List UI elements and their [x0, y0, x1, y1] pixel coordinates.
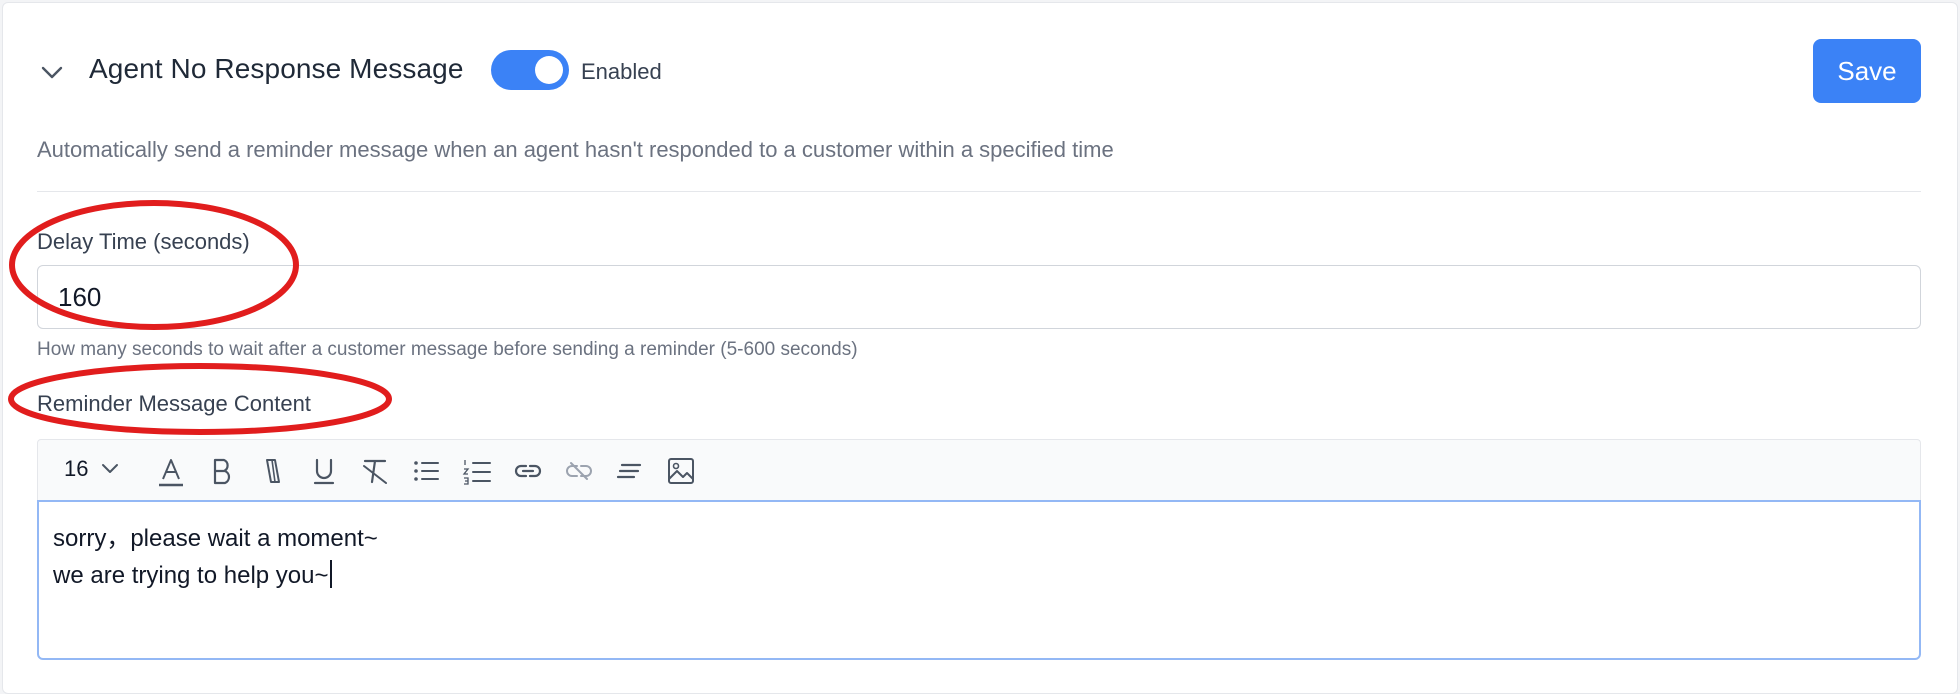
italic-icon[interactable] [256, 454, 290, 488]
enabled-toggle[interactable] [491, 50, 569, 90]
clear-format-icon[interactable] [358, 454, 392, 488]
align-icon[interactable] [613, 454, 647, 488]
font-color-icon[interactable] [154, 454, 188, 488]
editor-toolbar: 16 [37, 439, 1921, 501]
save-button[interactable]: Save [1813, 39, 1921, 103]
editor-line-text: we are trying to help you~ [53, 562, 329, 589]
page: Agent No Response Message Enabled Save A… [0, 0, 1960, 694]
chevron-down-icon[interactable] [37, 57, 67, 87]
unlink-icon[interactable] [562, 454, 596, 488]
toggle-label: Enabled [581, 59, 662, 84]
settings-card: Agent No Response Message Enabled Save A… [2, 2, 1958, 694]
delay-time-input[interactable] [37, 265, 1921, 329]
bold-icon[interactable] [205, 454, 239, 488]
editor-line: sorry，please wait a moment~ [53, 525, 378, 552]
section-description: Automatically send a reminder message wh… [37, 137, 1114, 162]
rich-text-editor[interactable]: sorry，please wait a moment~ we are tryin… [37, 500, 1921, 660]
underline-icon[interactable] [307, 454, 341, 488]
image-icon[interactable] [664, 454, 698, 488]
delay-time-label: Delay Time (seconds) [37, 229, 250, 254]
chevron-down-icon[interactable] [98, 456, 122, 480]
divider [37, 191, 1921, 192]
toggle-knob [535, 56, 563, 84]
text-caret [329, 560, 332, 588]
link-icon[interactable] [511, 454, 545, 488]
reminder-content-label: Reminder Message Content [37, 391, 311, 416]
section-title: Agent No Response Message [89, 53, 464, 84]
bullet-list-icon[interactable] [409, 454, 443, 488]
editor-line: we are trying to help you~ [53, 557, 1905, 594]
font-size-select[interactable]: 16 [64, 456, 88, 482]
numbered-list-icon[interactable] [460, 454, 494, 488]
delay-time-hint: How many seconds to wait after a custome… [37, 339, 858, 360]
